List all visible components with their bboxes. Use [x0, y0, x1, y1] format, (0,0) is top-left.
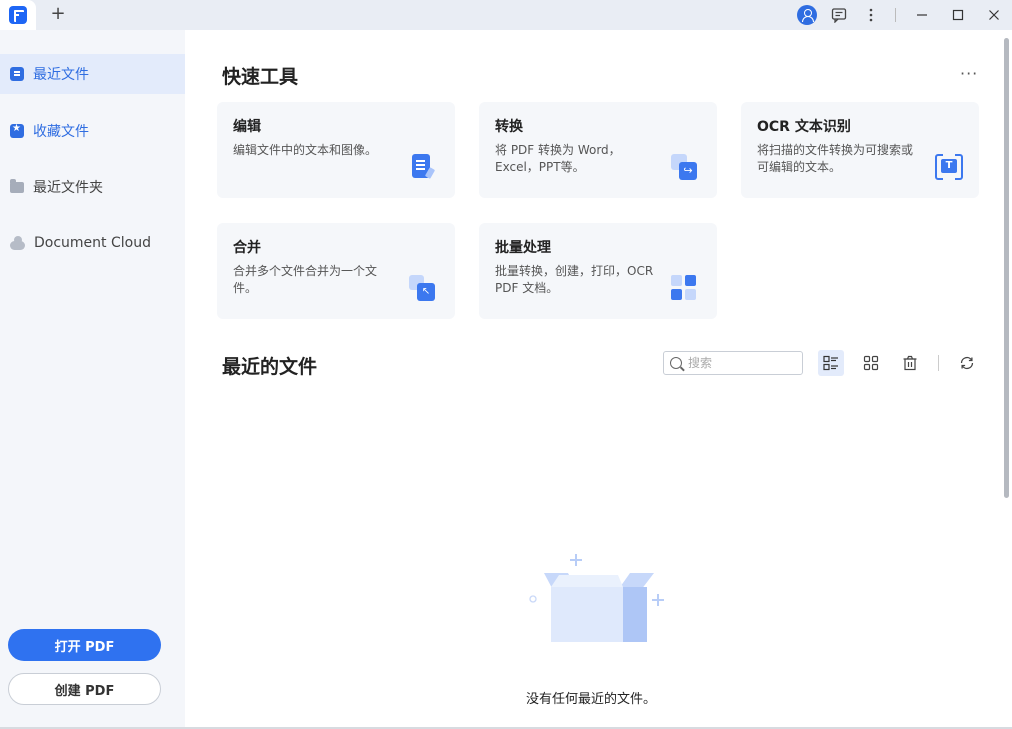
create-pdf-button[interactable]: 创建 PDF	[8, 673, 161, 705]
ocr-icon: T	[935, 153, 963, 181]
card-title: OCR 文本识别	[757, 119, 851, 135]
app-logo-icon	[9, 6, 27, 24]
edit-icon	[409, 154, 436, 180]
account-button[interactable]	[791, 0, 823, 30]
sidebar-item-starred-files[interactable]: 收藏文件	[0, 111, 185, 151]
cloud-icon	[10, 235, 25, 250]
list-view-icon	[823, 355, 838, 371]
tool-card-ocr[interactable]: OCR 文本识别 将扫描的文件转换为可搜索或可编辑的文本。 T	[741, 102, 979, 198]
open-pdf-button[interactable]: 打开 PDF	[8, 629, 161, 661]
minimize-button[interactable]	[904, 0, 940, 30]
toolbar-divider	[938, 355, 939, 371]
quick-tools-more-button[interactable]: ···	[960, 64, 978, 83]
sidebar-item-label: 最近文件夹	[33, 180, 103, 196]
avatar-icon	[797, 5, 817, 25]
card-title: 合并	[233, 240, 261, 256]
list-view-button[interactable]	[818, 350, 844, 376]
grid-view-button[interactable]	[858, 350, 884, 376]
empty-state-text: 没有任何最近的文件。	[526, 692, 657, 707]
home-tab[interactable]	[0, 0, 36, 30]
minimize-icon	[917, 14, 927, 16]
recent-files-icon	[10, 67, 24, 81]
scrollbar-thumb[interactable]	[1004, 38, 1009, 498]
recent-files-title: 最近的文件	[222, 356, 318, 378]
card-title: 编辑	[233, 119, 261, 135]
card-description: 将 PDF 转换为 Word，Excel，PPT等。	[495, 143, 621, 174]
comment-icon	[831, 8, 847, 23]
title-bar: +	[0, 0, 1012, 30]
sidebar-item-label: 收藏文件	[33, 124, 89, 140]
card-description: 将扫描的文件转换为可搜索或可编辑的文本。	[757, 143, 914, 174]
grid-view-icon	[863, 355, 879, 371]
empty-box-illustration	[529, 554, 664, 642]
refresh-button[interactable]	[954, 350, 980, 376]
clear-recent-button[interactable]	[897, 350, 923, 376]
tool-card-convert[interactable]: 转换 将 PDF 转换为 Word，Excel，PPT等。 ↪	[479, 102, 717, 198]
card-description: 编辑文件中的文本和图像。	[233, 143, 378, 157]
more-vertical-icon	[869, 8, 873, 22]
title-bar-divider	[895, 8, 896, 22]
close-button[interactable]	[976, 0, 1012, 30]
trash-icon	[903, 355, 917, 371]
star-icon	[10, 123, 24, 138]
tool-card-edit[interactable]: 编辑 编辑文件中的文本和图像。	[217, 102, 455, 198]
card-title: 转换	[495, 119, 523, 135]
feedback-button[interactable]	[823, 0, 855, 30]
search-input[interactable]	[688, 356, 788, 370]
sidebar: 最近文件 收藏文件 最近文件夹 Document Cloud 打开 PDF 创建…	[0, 30, 185, 729]
tool-card-merge[interactable]: 合并 合并多个文件合并为一个文件。 ↖	[217, 223, 455, 319]
search-icon	[670, 357, 682, 369]
main-content: 快速工具 ··· 编辑 编辑文件中的文本和图像。 转换 将 PDF 转换为 Wo…	[185, 30, 1012, 729]
new-tab-button[interactable]: +	[48, 4, 68, 24]
sidebar-item-label: 最近文件	[33, 67, 89, 83]
maximize-button[interactable]	[940, 0, 976, 30]
refresh-icon	[960, 356, 974, 370]
batch-icon	[671, 275, 697, 301]
menu-button[interactable]	[855, 0, 887, 30]
folder-icon	[10, 178, 24, 193]
card-title: 批量处理	[495, 240, 551, 256]
search-box[interactable]	[663, 351, 803, 375]
vertical-scrollbar[interactable]	[1001, 30, 1012, 729]
sidebar-item-recent-files[interactable]: 最近文件	[0, 54, 185, 94]
merge-icon: ↖	[409, 275, 435, 301]
sidebar-item-document-cloud[interactable]: Document Cloud	[0, 223, 185, 263]
quick-tools-title: 快速工具	[222, 66, 299, 88]
title-bar-controls	[791, 0, 1012, 30]
card-description: 合并多个文件合并为一个文件。	[233, 264, 378, 295]
maximize-icon	[952, 9, 964, 21]
close-icon	[989, 10, 999, 20]
convert-icon: ↪	[671, 154, 697, 180]
sidebar-item-recent-folders[interactable]: 最近文件夹	[0, 167, 185, 207]
tool-card-batch[interactable]: 批量处理 批量转换，创建，打印，OCR PDF 文档。	[479, 223, 717, 319]
sidebar-item-label: Document Cloud	[34, 235, 151, 251]
card-description: 批量转换，创建，打印，OCR PDF 文档。	[495, 264, 654, 295]
